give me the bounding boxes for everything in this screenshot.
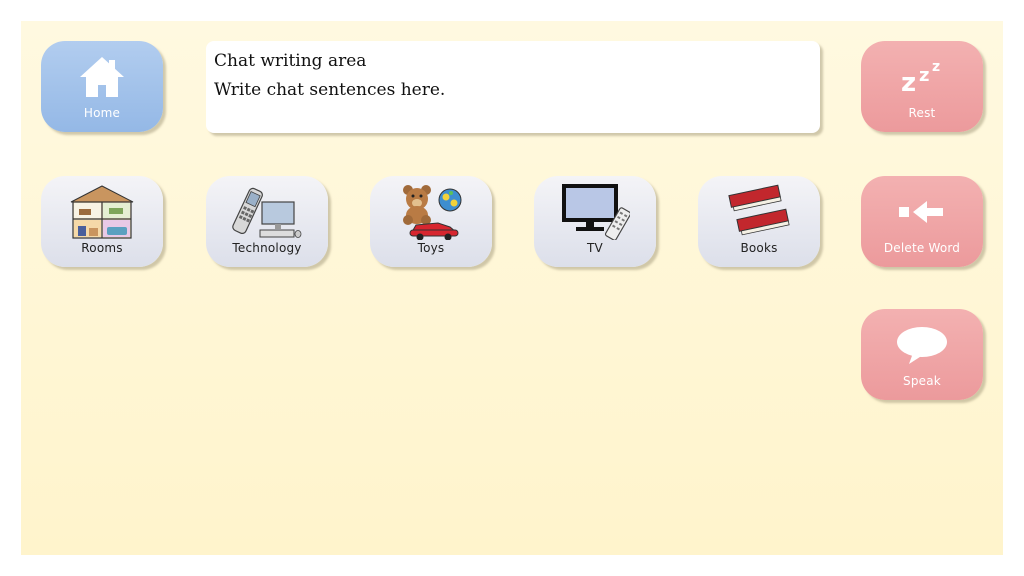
- rest-button[interactable]: z z z Rest: [861, 41, 983, 132]
- chat-writing-area[interactable]: Chat writing area Write chat sentences h…: [206, 41, 820, 133]
- speech-bubble-icon: [861, 317, 983, 373]
- home-icon: [41, 49, 163, 105]
- category-tv-button[interactable]: TV: [534, 176, 656, 267]
- svg-text:z: z: [919, 65, 929, 86]
- chat-title: Chat writing area: [214, 51, 367, 71]
- category-tv-label: TV: [587, 241, 603, 255]
- category-toys-label: Toys: [417, 241, 445, 255]
- category-toys-button[interactable]: Toys: [370, 176, 492, 267]
- chat-placeholder: Write chat sentences here.: [214, 80, 446, 100]
- home-button[interactable]: Home: [41, 41, 163, 132]
- delete-word-button[interactable]: Delete Word: [861, 176, 983, 267]
- category-technology-button[interactable]: Technology: [206, 176, 328, 267]
- delete-word-label: Delete Word: [883, 241, 961, 255]
- svg-text:z: z: [901, 68, 916, 97]
- delete-arrow-icon: [861, 184, 983, 240]
- category-rooms-label: Rooms: [81, 241, 123, 255]
- speak-button[interactable]: Speak: [861, 309, 983, 400]
- category-books-button[interactable]: Books: [698, 176, 820, 267]
- sleep-zzz-icon: z z z: [861, 49, 983, 105]
- teddy-ball-car-icon: [370, 184, 492, 240]
- communication-board: Home Chat writing area Write chat senten…: [21, 21, 1003, 555]
- house-rooms-icon: [41, 184, 163, 240]
- category-rooms-button[interactable]: Rooms: [41, 176, 163, 267]
- category-books-label: Books: [740, 241, 778, 255]
- home-label: Home: [83, 106, 121, 120]
- rest-label: Rest: [908, 106, 936, 120]
- phone-computer-icon: [206, 184, 328, 240]
- speak-label: Speak: [903, 374, 941, 388]
- books-icon: [698, 184, 820, 240]
- tv-remote-icon: [534, 184, 656, 240]
- svg-text:z: z: [932, 59, 940, 75]
- category-technology-label: Technology: [232, 241, 302, 255]
